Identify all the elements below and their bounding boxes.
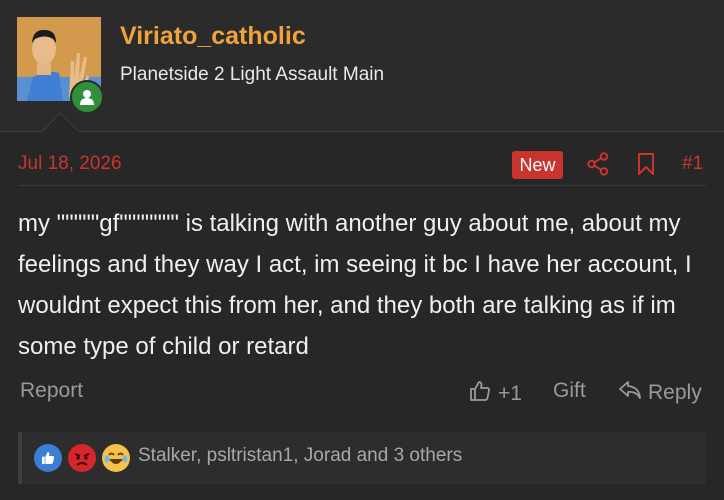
reply-button[interactable]: Reply <box>618 379 702 407</box>
bookmark-icon[interactable] <box>636 152 656 181</box>
angry-icon <box>68 444 96 472</box>
like-count: +1 <box>498 382 522 405</box>
report-label: Report <box>20 379 84 402</box>
share-icon[interactable] <box>587 152 609 181</box>
report-button[interactable]: Report <box>20 379 83 403</box>
online-status-icon <box>70 80 104 114</box>
gift-button[interactable]: Gift <box>553 379 586 403</box>
gift-label: Gift <box>553 379 586 402</box>
reactions-bar[interactable]: Stalker, psltristan1, Jorad and 3 others <box>18 432 706 484</box>
post-body: my """""gf""""""" is talking with anothe… <box>18 210 692 360</box>
like-button[interactable]: +1 <box>468 379 522 409</box>
user-title: Planetside 2 Light Assault Main <box>120 64 385 85</box>
new-badge: New <box>512 151 563 179</box>
laugh-cry-icon <box>102 444 130 472</box>
username[interactable]: Viriato_catholic <box>120 22 306 51</box>
reactions-summary[interactable]: Stalker, psltristan1, Jorad and 3 others <box>138 445 462 467</box>
thumbs-up-icon <box>468 379 492 409</box>
post-date[interactable]: Jul 18, 2026 <box>18 153 122 175</box>
post-header: Viriato_catholic Planetside 2 Light Assa… <box>0 0 724 132</box>
reply-arrow-icon <box>618 379 642 407</box>
reply-label: Reply <box>648 381 702 404</box>
post-number[interactable]: #1 <box>682 153 703 175</box>
header-divider <box>0 131 724 132</box>
meta-divider <box>18 185 706 186</box>
like-icon <box>34 444 62 472</box>
